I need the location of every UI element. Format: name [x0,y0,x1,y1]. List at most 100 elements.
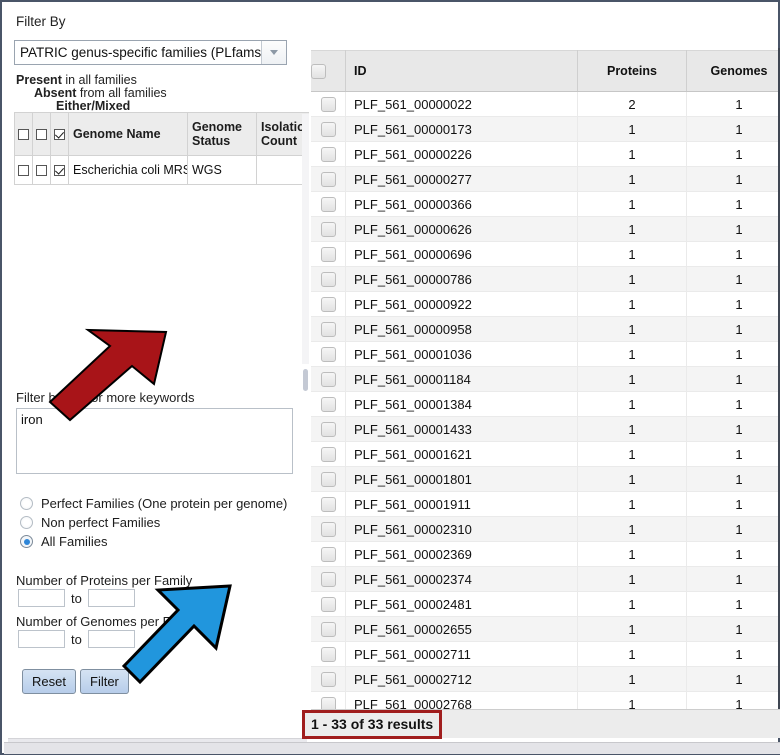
results-header-proteins[interactable]: Proteins [577,50,687,92]
radio-non-perfect-families[interactable]: Non perfect Families [20,515,160,530]
row-select-checkbox[interactable] [320,222,336,238]
genomes-min-input[interactable] [18,630,65,648]
header-present-checkbox-cell[interactable] [14,112,33,156]
table-row[interactable]: PLF_561_0000265511Repai [311,616,780,642]
table-row[interactable]: PLF_561_0000143311Iron-s [311,416,780,442]
row-select-checkbox[interactable] [320,347,336,363]
chevron-down-icon[interactable] [261,41,286,64]
table-row[interactable]: PLF_561_0000118411Ferro [311,366,780,392]
row-select-cell[interactable] [311,191,346,217]
family-type-select[interactable]: PATRIC genus-specific families (PLfams) [14,40,287,65]
row-select-checkbox[interactable] [320,622,336,638]
header-either-checkbox[interactable] [54,129,65,141]
header-either-checkbox-cell[interactable] [50,112,69,156]
row-select-cell[interactable] [311,641,346,667]
row-present-checkbox[interactable] [18,165,29,177]
row-select-checkbox[interactable] [320,572,336,588]
row-select-checkbox[interactable] [320,547,336,563]
row-select-checkbox[interactable] [320,672,336,688]
radio-non-perfect-families-dot[interactable] [20,516,33,529]
genomes-max-input[interactable] [87,630,135,648]
table-row[interactable]: PLF_561_0000231011Iron-s [311,516,780,542]
table-row[interactable]: PLF_561_0000103611Fuma [311,341,780,367]
results-select-all-cell[interactable] [311,50,346,92]
results-select-all-checkbox[interactable] [311,63,326,79]
header-absent-checkbox-cell[interactable] [32,112,51,156]
row-select-checkbox[interactable] [320,247,336,263]
row-select-checkbox[interactable] [320,422,336,438]
row-select-cell[interactable] [311,466,346,492]
table-row[interactable]: PLF_561_0000002221Anaer [311,91,780,117]
table-row[interactable]: PLF_561_0000036611Iron-s [311,191,780,217]
row-select-cell[interactable] [311,291,346,317]
row-absent-checkbox[interactable] [36,165,47,177]
row-select-checkbox[interactable] [320,297,336,313]
row-select-cell[interactable] [311,91,346,117]
proteins-min-input[interactable] [18,589,65,607]
genome-table-row[interactable]: Escherichia coli MRSN_t WGS [14,155,309,185]
row-select-cell[interactable] [311,416,346,442]
row-select-checkbox[interactable] [320,272,336,288]
table-row[interactable]: PLF_561_0000271111Iron-c [311,641,780,667]
header-present-checkbox[interactable] [18,129,29,141]
row-select-cell[interactable] [311,441,346,467]
table-row[interactable]: PLF_561_0000027711Predic [311,166,780,192]
table-row[interactable]: PLF_561_0000017311Stress [311,116,780,142]
row-select-checkbox[interactable] [320,447,336,463]
table-row[interactable]: PLF_561_0000069611Ferro [311,241,780,267]
row-select-cell[interactable] [311,391,346,417]
header-absent-checkbox[interactable] [36,129,47,141]
row-select-cell[interactable] [311,541,346,567]
table-row[interactable]: PLF_561_0000062611Ferro [311,216,780,242]
row-select-checkbox[interactable] [320,472,336,488]
row-select-cell[interactable] [311,566,346,592]
table-row[interactable]: PLF_561_0000078611Hypot [311,266,780,292]
table-row[interactable]: PLF_561_0000248111Ferro [311,591,780,617]
row-select-cell[interactable] [311,616,346,642]
row-select-cell[interactable] [311,341,346,367]
table-row[interactable]: PLF_561_0000095811Ferro [311,316,780,342]
row-select-cell[interactable] [311,366,346,392]
table-row[interactable]: PLF_561_0000180111Proba [311,466,780,492]
row-select-cell[interactable] [311,491,346,517]
table-row[interactable]: PLF_561_0000162111Ferro [311,441,780,467]
reset-button[interactable]: Reset [22,669,76,694]
filter-button[interactable]: Filter [80,669,129,694]
table-row[interactable]: PLF_561_0000191111Sulfur [311,491,780,517]
table-row[interactable]: PLF_561_0000022611Ferric [311,141,780,167]
row-present-checkbox-cell[interactable] [14,155,33,185]
row-select-cell[interactable] [311,666,346,692]
row-select-checkbox[interactable] [320,322,336,338]
row-select-checkbox[interactable] [320,522,336,538]
row-select-checkbox[interactable] [320,497,336,513]
table-row[interactable]: PLF_561_0000237411proba [311,566,780,592]
row-select-checkbox[interactable] [320,647,336,663]
row-select-checkbox[interactable] [320,197,336,213]
radio-perfect-families-dot[interactable] [20,497,33,510]
row-select-checkbox[interactable] [320,172,336,188]
window-horizontal-scrollbar[interactable] [4,742,780,754]
row-select-cell[interactable] [311,141,346,167]
row-select-checkbox[interactable] [320,122,336,138]
table-row[interactable]: PLF_561_0000138411Succi [311,391,780,417]
row-select-checkbox[interactable] [320,147,336,163]
row-select-cell[interactable] [311,241,346,267]
header-genome-status[interactable]: Genome Status [187,112,257,156]
row-select-cell[interactable] [311,166,346,192]
row-select-cell[interactable] [311,316,346,342]
row-either-checkbox-cell[interactable] [50,155,69,185]
proteins-max-input[interactable] [87,589,135,607]
row-select-cell[interactable] [311,266,346,292]
genome-table-scrollbar-thumb[interactable] [303,369,308,391]
results-header-id[interactable]: ID [345,50,578,92]
row-absent-checkbox-cell[interactable] [32,155,51,185]
row-either-checkbox[interactable] [54,165,65,177]
keyword-input[interactable] [16,408,293,474]
radio-all-families-dot[interactable] [20,535,33,548]
row-select-checkbox[interactable] [320,597,336,613]
row-select-cell[interactable] [311,116,346,142]
table-row[interactable]: PLF_561_0000271211Iron-s [311,666,780,692]
row-select-cell[interactable] [311,216,346,242]
radio-perfect-families[interactable]: Perfect Families (One protein per genome… [20,496,287,511]
radio-all-families[interactable]: All Families [20,534,107,549]
